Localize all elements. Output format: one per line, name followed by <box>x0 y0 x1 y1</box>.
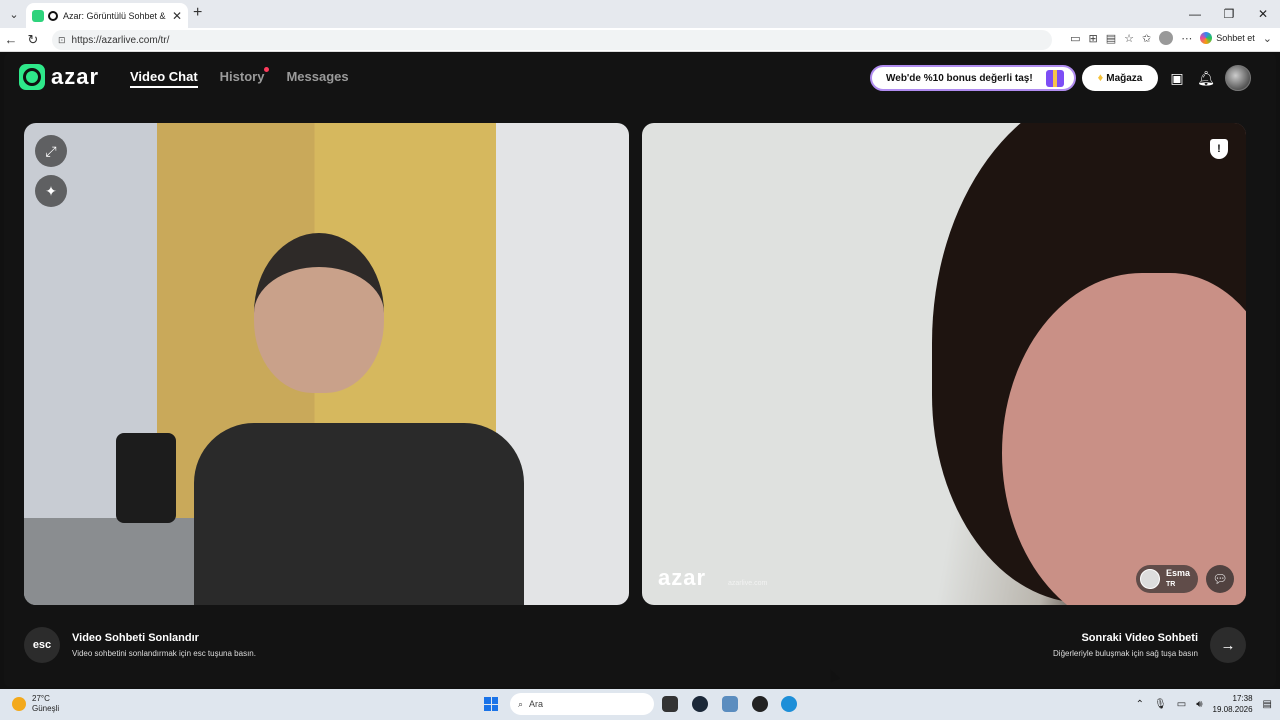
remote-video: ! azar azarlive.com Esma TR 💬︎ <box>642 123 1246 605</box>
peer-badge[interactable]: Esma TR <box>1136 565 1198 593</box>
tab-list-chevron-icon[interactable]: ⌄ <box>2 3 26 25</box>
volume-icon[interactable]: 🔊︎ <box>1196 699 1202 710</box>
azar-watermark: azar <box>658 565 707 590</box>
windows-start-icon[interactable] <box>484 697 498 711</box>
bell-icon[interactable]: 🔔︎ <box>1197 69 1215 87</box>
peer-name: Esma <box>1166 568 1191 578</box>
store-label: Mağaza <box>1106 72 1143 84</box>
new-tab-plus-icon[interactable]: + <box>193 4 202 22</box>
restore-icon[interactable]: ❐ <box>1212 0 1246 28</box>
copilot-button[interactable]: Sohbet et <box>1200 32 1255 44</box>
address-bar-row: ← ↻ ⊡ https://azarlive.com/tr/ ▭ ⊞ ▤ ☆ ✩… <box>0 28 1280 52</box>
minimize-icon[interactable]: — <box>1178 0 1212 28</box>
copilot-icon <box>1200 32 1213 44</box>
next-chat-arrow-button[interactable]: → <box>1210 627 1246 663</box>
search-placeholder: Ara <box>529 699 544 709</box>
mic-icon[interactable]: 🎙︎ <box>1154 699 1167 710</box>
peer-avatar <box>1140 569 1160 589</box>
clock[interactable]: 17:38 19.08.2026 <box>1213 693 1253 715</box>
nav-history[interactable]: History <box>219 67 270 84</box>
video-jar <box>116 433 176 523</box>
clock-time: 17:38 <box>1232 694 1253 703</box>
promo-banner[interactable]: Web'de %10 bonus değerli taş! <box>870 65 1076 91</box>
notification-dot <box>264 67 270 72</box>
recording-icon <box>48 10 58 21</box>
azar-logo-icon <box>19 64 45 90</box>
next-chat-subtitle: Diğerleriyle buluşmak için sağ tuşa bası… <box>1053 649 1198 658</box>
system-tray: ⌃ 🎙︎ ▭ 🔊︎ 17:38 19.08.2026 ▤ <box>1136 693 1272 715</box>
taskview-app-icon[interactable] <box>662 696 678 712</box>
tab-title: Azar: Görüntülü Sohbet & Ye <box>63 10 168 21</box>
browser-chevron-icon[interactable]: ⌄ <box>1263 32 1272 45</box>
browser-tab[interactable]: Azar: Görüntülü Sohbet & Ye ✕ <box>26 3 188 28</box>
nav-history-label: History <box>219 69 265 84</box>
nav-messages[interactable]: Messages <box>286 69 348 84</box>
promo-text: Web'de %10 bonus değerli taş! <box>886 72 1033 84</box>
weather-condition: Güneşli <box>32 704 60 713</box>
user-avatar[interactable] <box>1225 65 1251 91</box>
weather-widget[interactable]: 27°C Güneşli <box>12 694 59 714</box>
next-chat-title: Sonraki Video Sohbeti <box>1081 632 1198 644</box>
close-window-icon[interactable]: ✕ <box>1246 0 1280 28</box>
store-button[interactable]: ♦ Mağaza <box>1082 65 1158 91</box>
chat-bubble-icon[interactable]: 💬︎ <box>1206 565 1234 593</box>
inbox-icon[interactable]: ▣ <box>1168 69 1186 87</box>
local-head <box>254 233 384 393</box>
end-chat-esc-button[interactable]: esc <box>24 627 60 663</box>
camera-icon[interactable]: ▭ <box>1070 32 1080 45</box>
favorite-star-icon[interactable]: ☆ <box>1124 32 1134 45</box>
main-nav: Video Chat History Messages <box>130 67 349 88</box>
close-tab-icon[interactable]: ✕ <box>172 9 182 23</box>
settings-app-icon[interactable] <box>722 696 738 712</box>
azar-favicon-icon <box>32 9 44 22</box>
steam-app-icon[interactable] <box>692 696 708 712</box>
magic-wand-icon[interactable]: ✦ <box>35 175 67 207</box>
profile-icon[interactable] <box>1159 31 1174 45</box>
temperature: 27°C <box>32 694 50 703</box>
end-chat-title: Video Sohbeti Sonlandır <box>72 632 199 644</box>
window-controls: — ❐ ✕ <box>1178 0 1280 28</box>
more-menu-icon[interactable]: ⋯ <box>1181 32 1192 45</box>
end-chat-subtitle: Video sohbetini sonlandırmak için esc tu… <box>72 649 256 658</box>
url-text: https://azarlive.com/tr/ <box>71 34 170 46</box>
browser-toolbar: ▭ ⊞ ▤ ☆ ✩ ⋯ Sohbet et ⌄ <box>1070 31 1272 45</box>
report-shield-icon[interactable]: ! <box>1210 139 1228 159</box>
clock-date: 19.08.2026 <box>1212 705 1253 714</box>
network-icon[interactable]: ▭ <box>1177 699 1186 710</box>
weather-text: 27°C Güneşli <box>32 694 59 714</box>
reader-icon[interactable]: ▤ <box>1106 32 1116 45</box>
local-video: ⤢ ✦ <box>24 123 629 605</box>
search-icon: ⌕ <box>518 698 524 709</box>
watermark-sub: azarlive.com <box>728 580 768 587</box>
logo-text: azar <box>51 64 100 89</box>
taskbar-search[interactable]: ⌕ Ara <box>510 693 654 715</box>
peer-info: Esma TR <box>1166 568 1190 590</box>
site-info-icon[interactable]: ⊡ <box>58 35 66 46</box>
expand-icon[interactable]: ⤢ <box>35 135 67 167</box>
tray-chevron-icon[interactable]: ⌃ <box>1136 699 1144 710</box>
favorites-list-icon[interactable]: ✩ <box>1142 32 1151 45</box>
reload-icon[interactable]: ↻ <box>22 32 44 48</box>
apps-icon[interactable]: ⊞ <box>1089 32 1098 45</box>
peer-country: TR <box>1166 581 1176 588</box>
edge-app-icon[interactable] <box>781 696 797 712</box>
local-user-figure <box>194 233 524 605</box>
notifications-icon[interactable]: ▤ <box>1263 699 1272 710</box>
local-body <box>194 423 524 605</box>
sun-icon <box>12 697 26 711</box>
gem-icon: ♦ <box>1097 72 1104 84</box>
url-field[interactable]: ⊡ https://azarlive.com/tr/ <box>52 30 1052 50</box>
gift-icon <box>1046 70 1064 87</box>
copilot-label: Sohbet et <box>1216 33 1255 43</box>
browser-tabbar: ⌄ Azar: Görüntülü Sohbet & Ye ✕ + — ❐ ✕ <box>0 0 1280 28</box>
back-arrow-icon[interactable]: ← <box>0 32 22 47</box>
azar-logo[interactable]: azar <box>19 64 99 90</box>
windows-taskbar: 27°C Güneşli ⌕ Ara ⌃ 🎙︎ ▭ 🔊︎ 17:38 19.08… <box>0 689 1280 720</box>
nav-video-chat[interactable]: Video Chat <box>130 69 198 88</box>
obs-app-icon[interactable] <box>752 696 768 712</box>
azar-app: azar Video Chat History Messages Web'de … <box>4 53 1276 687</box>
